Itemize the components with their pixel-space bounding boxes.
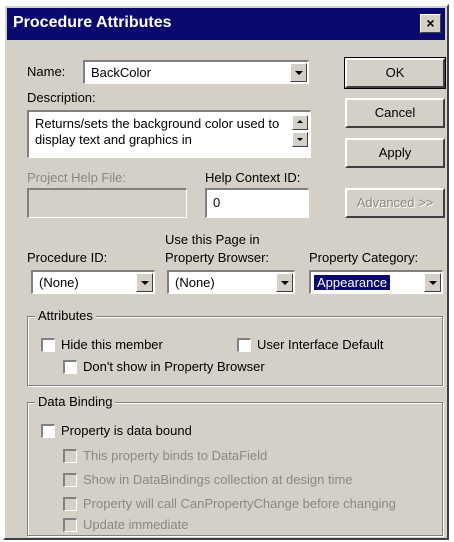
description-textbox[interactable]: Returns/sets the background color used t… xyxy=(27,110,311,158)
dont-show-label: Don't show in Property Browser xyxy=(83,359,265,374)
arrow-up-icon[interactable] xyxy=(292,115,308,130)
binds-datafield-label: This property binds to DataField xyxy=(83,448,268,463)
hide-member-checkbox[interactable] xyxy=(41,338,55,352)
property-browser-page-value: (None) xyxy=(175,275,215,290)
window-title: Procedure Attributes xyxy=(13,14,172,31)
advanced-button[interactable]: Advanced >> xyxy=(345,188,445,218)
procedure-id-combo[interactable]: (None) xyxy=(31,270,155,294)
show-databindings-label: Show in DataBindings collection at desig… xyxy=(83,472,353,487)
help-context-id-field[interactable]: 0 xyxy=(205,188,309,218)
name-value: BackColor xyxy=(91,65,151,80)
help-context-id-value: 0 xyxy=(213,195,221,210)
browser-page-label-line1: Use this Page in xyxy=(165,232,260,247)
procedure-id-value: (None) xyxy=(39,275,79,290)
apply-button[interactable]: Apply xyxy=(345,138,445,168)
data-bound-label: Property is data bound xyxy=(61,423,192,438)
dont-show-checkbox[interactable] xyxy=(63,360,77,374)
ok-button[interactable]: OK xyxy=(344,57,446,89)
ui-default-checkbox[interactable] xyxy=(237,338,251,352)
cancel-button[interactable]: Cancel xyxy=(345,98,445,128)
description-label: Description: xyxy=(27,90,96,105)
close-icon: × xyxy=(426,15,435,31)
name-label: Name: xyxy=(27,64,66,79)
close-button[interactable]: × xyxy=(420,14,441,33)
attributes-group-title: Attributes xyxy=(35,308,96,323)
hide-member-label: Hide this member xyxy=(61,337,163,352)
update-immediate-checkbox[interactable] xyxy=(63,518,77,532)
help-context-id-label: Help Context ID: xyxy=(205,170,301,185)
project-help-file-field[interactable] xyxy=(27,188,187,218)
property-category-value: Appearance xyxy=(314,275,391,290)
project-help-file-label: Project Help File: xyxy=(27,170,126,185)
update-immediate-label: Update immediate xyxy=(83,517,189,532)
title-bar[interactable]: Procedure Attributes × xyxy=(7,8,445,40)
procedure-attributes-dialog: Procedure Attributes × Name: BackColor D… xyxy=(3,4,449,540)
name-combo[interactable]: BackColor xyxy=(83,60,309,84)
data-binding-group-title: Data Binding xyxy=(35,394,116,409)
ui-default-label: User Interface Default xyxy=(257,337,384,352)
property-category-label: Property Category: xyxy=(309,250,419,265)
chevron-down-icon[interactable] xyxy=(276,273,293,292)
chevron-down-icon[interactable] xyxy=(290,63,307,82)
browser-page-label-line2: Property Browser: xyxy=(165,250,270,265)
canpropertychange-checkbox[interactable] xyxy=(63,497,77,511)
chevron-down-icon[interactable] xyxy=(136,273,153,292)
property-category-combo[interactable]: Appearance xyxy=(309,270,443,294)
chevron-down-icon[interactable] xyxy=(424,273,441,292)
description-value: Returns/sets the background color used t… xyxy=(35,116,280,147)
canpropertychange-label: Property will call CanPropertyChange bef… xyxy=(83,496,396,511)
binds-datafield-checkbox[interactable] xyxy=(63,449,77,463)
arrow-down-icon[interactable] xyxy=(292,132,308,147)
procedure-id-label: Procedure ID: xyxy=(27,250,108,265)
data-bound-checkbox[interactable] xyxy=(41,424,55,438)
show-databindings-checkbox[interactable] xyxy=(63,473,77,487)
property-browser-page-combo[interactable]: (None) xyxy=(167,270,295,294)
